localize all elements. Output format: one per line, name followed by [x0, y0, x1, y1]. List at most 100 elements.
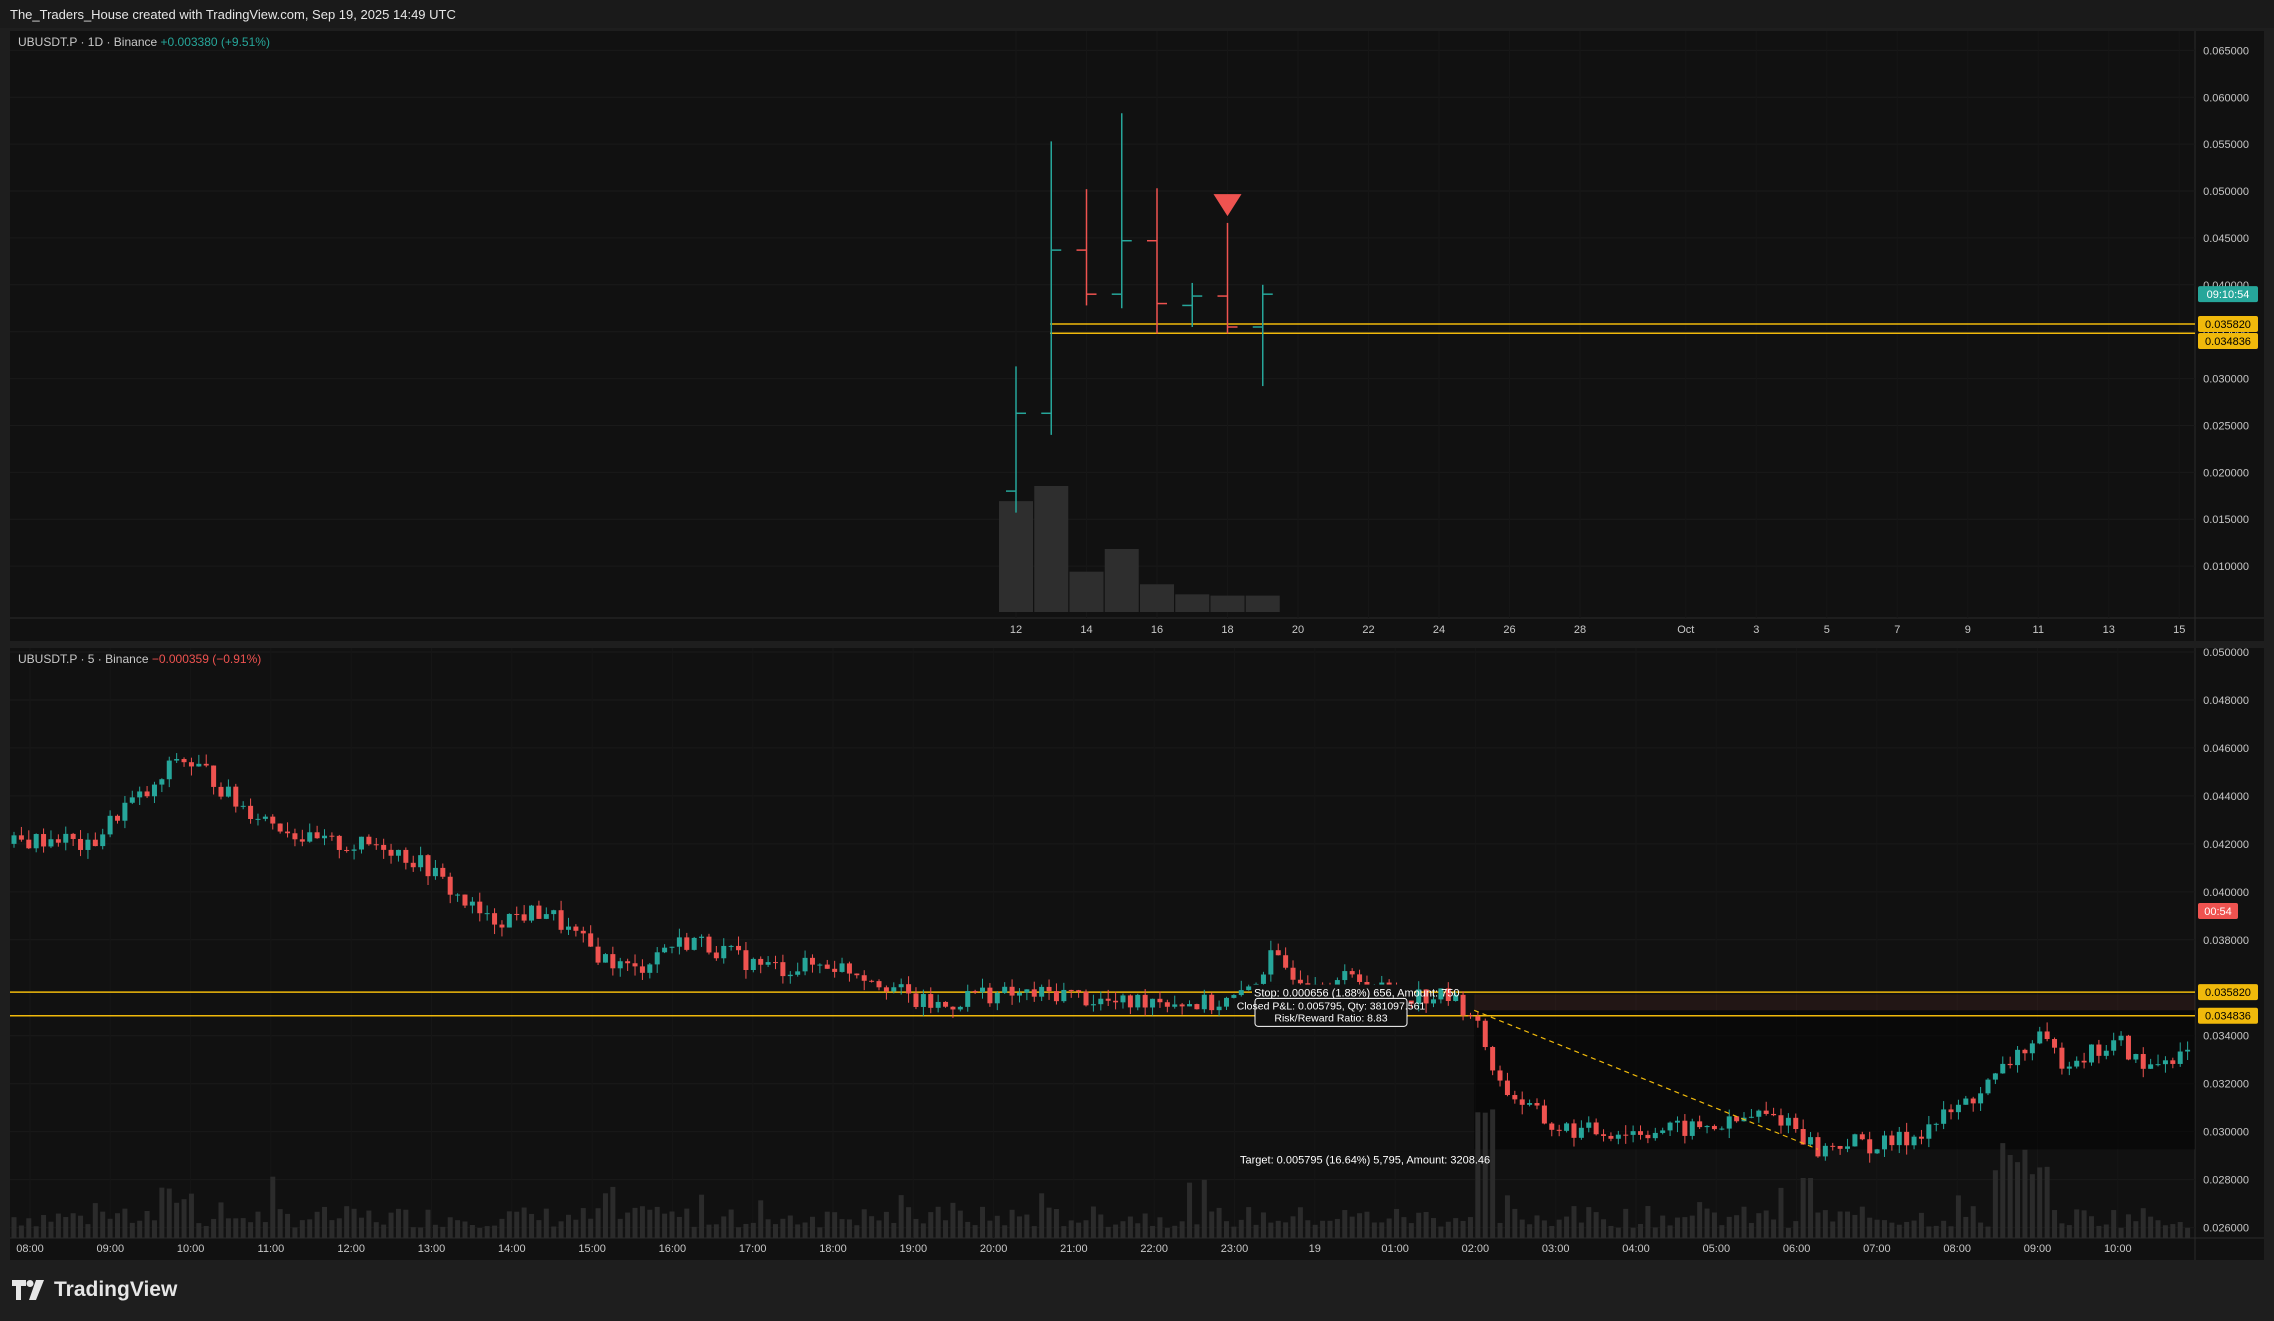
candle-body — [662, 947, 668, 953]
time-tick-label: 09:00 — [97, 1243, 125, 1255]
daily-chart-svg[interactable]: 0.065000 0.060000 0.055000 0.050000 0.045000… — [10, 31, 2264, 641]
volume-bar — [514, 1211, 520, 1238]
volume-bar — [403, 1209, 409, 1238]
candle-body — [543, 914, 549, 919]
target-label: Target: 0.005795 (16.64%) 5,795, Amount:… — [1240, 1154, 1490, 1166]
time-tick-label: 19 — [1309, 1243, 1321, 1255]
volume-bar — [1608, 1225, 1614, 1238]
candle-body — [1941, 1109, 1947, 1124]
volume-bar — [565, 1214, 571, 1238]
volume-bar — [1955, 1195, 1961, 1238]
volume-bar — [418, 1227, 424, 1238]
volume-bar — [1371, 1222, 1377, 1238]
candle-body — [580, 930, 586, 934]
volume-bar — [1689, 1215, 1695, 1238]
candle-body — [1009, 986, 1015, 996]
volume-bar — [1445, 1221, 1451, 1238]
volume-bar — [270, 1176, 276, 1238]
candle-body — [639, 966, 645, 973]
volume-bar — [307, 1219, 313, 1238]
candle-body — [1586, 1122, 1592, 1128]
daily-chart-panel[interactable]: 0.065000 0.060000 0.055000 0.050000 0.045000… — [10, 31, 2264, 641]
volume-bar — [395, 1208, 401, 1238]
volume-bar — [1638, 1223, 1644, 1238]
volume-bar — [1859, 1206, 1865, 1238]
volume-bar — [2125, 1214, 2131, 1238]
candle-body — [1933, 1123, 1939, 1125]
volume-bar — [1852, 1214, 1858, 1238]
volume-bar — [1941, 1220, 1947, 1238]
volume-bar — [248, 1222, 254, 1238]
candle-body — [1497, 1070, 1503, 1081]
volume-bar — [2162, 1225, 2168, 1238]
volume-bar — [758, 1200, 764, 1238]
candle-body — [728, 945, 734, 947]
volume-bar — [1275, 1220, 1281, 1238]
volume-bar — [1541, 1220, 1547, 1238]
candle-body — [270, 816, 276, 824]
volume-bar — [980, 1206, 986, 1238]
price-tick-label: 0.050000 — [2203, 648, 2249, 659]
volume-bar — [1881, 1220, 1887, 1238]
candle-body — [854, 973, 860, 976]
volume-bar — [1623, 1208, 1629, 1238]
candle-body — [248, 805, 254, 819]
volume-bar — [999, 501, 1033, 612]
volume-bar — [78, 1215, 84, 1238]
stop-zone — [1474, 994, 2195, 1011]
volume-bar — [1031, 1226, 1037, 1238]
time-tick-label: 17:00 — [739, 1243, 767, 1255]
volume-bar — [26, 1218, 32, 1238]
volume-bar — [706, 1224, 712, 1238]
candle-body — [602, 954, 608, 963]
candle-body — [1992, 1073, 1998, 1080]
intraday-chart-svg[interactable]: 0.050000 0.048000 0.046000 0.044000 0.042000… — [10, 648, 2264, 1260]
price-tick-label: 0.032000 — [2203, 1079, 2249, 1091]
tradingview-logo[interactable]: TradingView — [12, 1278, 177, 1302]
volume-bar — [1682, 1217, 1688, 1238]
candle-body — [122, 802, 128, 821]
volume-bar — [728, 1209, 734, 1238]
candle-body — [713, 952, 719, 959]
sell-signal-icon — [1213, 194, 1242, 217]
volume-bar — [1601, 1219, 1607, 1238]
volume-bar — [2155, 1220, 2161, 1238]
volume-bar — [1793, 1221, 1799, 1238]
candle-body — [928, 994, 934, 1008]
intraday-chart-panel[interactable]: 0.050000 0.048000 0.046000 0.044000 0.042000… — [10, 648, 2264, 1260]
volume-bar — [2140, 1208, 2146, 1238]
candle-body — [1970, 1098, 1976, 1104]
volume-bar — [1586, 1207, 1592, 1238]
candle-body — [1593, 1122, 1599, 1135]
volume-bar — [1674, 1217, 1680, 1238]
price-tick-label: 0.065000 — [2203, 45, 2249, 57]
candle-body — [1046, 986, 1052, 992]
volume-bar — [832, 1212, 838, 1238]
candle-body — [395, 849, 401, 856]
volume-bar — [159, 1187, 165, 1238]
volume-bar — [1327, 1220, 1333, 1238]
candle-body — [285, 831, 291, 834]
volume-bar — [1785, 1227, 1791, 1238]
volume-bar — [1142, 1213, 1148, 1238]
volume-bar — [425, 1209, 431, 1238]
candle-body — [551, 910, 557, 915]
volume-bar — [1135, 1223, 1141, 1238]
candle-body — [299, 839, 305, 842]
candle-body — [861, 975, 867, 981]
candle-body — [1874, 1149, 1880, 1154]
candle-body — [1209, 994, 1215, 1011]
volume-bar — [1216, 1207, 1222, 1238]
volume-bar — [943, 1220, 949, 1238]
time-tick-label: 3 — [1753, 624, 1759, 636]
candle-body — [262, 816, 268, 819]
candle-body — [1260, 974, 1266, 984]
candle-body — [1638, 1131, 1644, 1135]
price-label-text: 0.034836 — [2205, 1011, 2251, 1023]
volume-bar — [1187, 1182, 1193, 1238]
volume-bar — [1223, 1221, 1229, 1238]
volume-bar — [950, 1202, 956, 1238]
volume-bar — [1394, 1208, 1400, 1238]
result-label-pnl: Closed P&L: 0.005795, Qty: 381097.561 — [1237, 1000, 1426, 1012]
candle-body — [70, 833, 76, 839]
